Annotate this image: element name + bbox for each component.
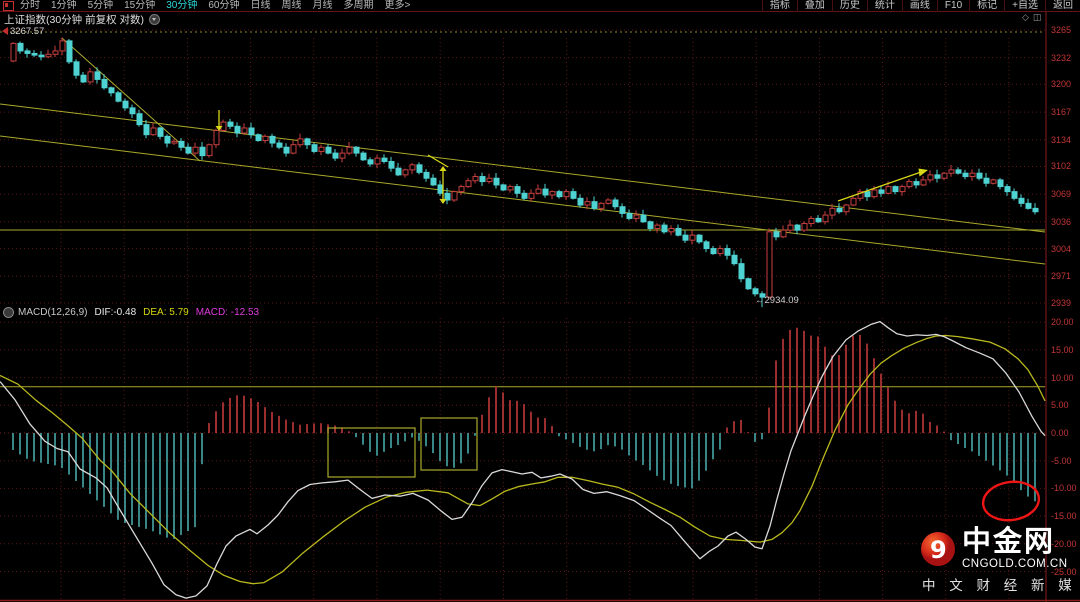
price-axis-label: 3069 <box>1051 190 1080 199</box>
macd-indicator-label: MACD(12,26,9) <box>18 307 87 318</box>
price-marker-row: 3267.57 <box>2 26 44 36</box>
diamond-icon[interactable]: ◇ <box>1022 12 1033 22</box>
period-tab-15分钟[interactable]: 15分钟 <box>124 0 155 12</box>
macd-axis-label: 20.00 <box>1051 318 1080 327</box>
chart-title: 上证指数(30分钟 前复权 对数) <box>4 12 144 27</box>
macd-axis-label: 10.00 <box>1051 374 1080 383</box>
chart-window-controls: ◇◫ <box>1022 12 1045 23</box>
macd-axis-label: 0.00 <box>1051 429 1080 438</box>
dea-value: DEA: 5.79 <box>143 307 189 318</box>
indicator-settings-icon[interactable] <box>3 307 14 318</box>
watermark-domain: CNGOLD.COM.CN <box>962 558 1068 570</box>
toolbar-action-指标[interactable]: 指标 <box>762 0 797 12</box>
grid-layout-icon[interactable] <box>3 1 14 11</box>
svg-text:9: 9 <box>930 536 947 564</box>
toolbar-action-标记[interactable]: 标记 <box>969 0 1004 12</box>
watermark: 9 中金网 CNGOLD.COM.CN 中 文 财 经 新 媒 体 <box>920 528 1070 594</box>
toolbar-action-叠加[interactable]: 叠加 <box>797 0 832 12</box>
period-tabs: 分时 1分钟 5分钟 15分钟 30分钟 60分钟日线周线月线多周期更多> <box>20 0 421 12</box>
chart-title-row: 上证指数(30分钟 前复权 对数) <box>4 13 160 25</box>
toolbar-action-画线[interactable]: 画线 <box>902 0 937 12</box>
toolbar-action-+自选[interactable]: +自选 <box>1004 0 1045 12</box>
toolbar-action-历史[interactable]: 历史 <box>832 0 867 12</box>
price-axis-label: 3102 <box>1051 162 1080 171</box>
period-tab-更多>[interactable]: 更多> <box>385 0 411 12</box>
price-axis-label: 3036 <box>1051 218 1080 227</box>
period-tab-多周期[interactable]: 多周期 <box>344 0 374 12</box>
macd-value: MACD: -12.53 <box>196 307 259 318</box>
watermark-brand: 中金网 <box>962 528 1068 557</box>
price-axis-label: 3232 <box>1051 54 1080 63</box>
period-tab-月线[interactable]: 月线 <box>313 0 333 12</box>
macd-axis-label: -15.00 <box>1051 512 1080 521</box>
price-axis-label: 3134 <box>1051 136 1080 145</box>
period-tab-5分钟[interactable]: 5分钟 <box>88 0 114 12</box>
price-axis-label: 3167 <box>1051 108 1080 117</box>
period-tab-分时[interactable]: 分时 <box>20 0 40 12</box>
price-axis-label: 3265 <box>1051 26 1080 35</box>
period-tab-日线[interactable]: 日线 <box>251 0 271 12</box>
macd-axis-label: -10.00 <box>1051 484 1080 493</box>
macd-axis-label: -5.00 <box>1051 457 1080 466</box>
period-tab-周线[interactable]: 周线 <box>282 0 302 12</box>
price-marker-value: 3267.57 <box>10 26 44 37</box>
toolbar-action-统计[interactable]: 统计 <box>867 0 902 12</box>
watermark-tagline: 中 文 财 经 新 媒 体 <box>922 574 1070 594</box>
low-price-label: ←2934.09 <box>755 295 799 306</box>
toolbar-action-F10[interactable]: F10 <box>937 0 969 12</box>
macd-axis-label: 15.00 <box>1051 346 1080 355</box>
period-toolbar: 分时 1分钟 5分钟 15分钟 30分钟 60分钟日线周线月线多周期更多> 指标叠加历史统… <box>0 0 1080 12</box>
price-axis-label: 2939 <box>1051 299 1080 308</box>
macd-axis-label: 5.00 <box>1051 401 1080 410</box>
price-marker-icon <box>2 27 8 35</box>
toolbar-actions: 指标叠加历史统计画线F10标记+自选返回 <box>762 0 1080 12</box>
chart-canvas[interactable] <box>0 0 1080 602</box>
period-tab-30分钟[interactable]: 30分钟 <box>166 0 197 12</box>
price-axis-label: 2971 <box>1051 272 1080 281</box>
trading-app-window: 分时 1分钟 5分钟 15分钟 30分钟 60分钟日线周线月线多周期更多> 指标叠加历史统… <box>0 0 1080 602</box>
period-tab-60分钟[interactable]: 60分钟 <box>208 0 239 12</box>
chevron-down-icon[interactable] <box>149 14 160 25</box>
price-axis-label: 3004 <box>1051 245 1080 254</box>
macd-label-row: MACD(12,26,9) DIF:-0.48 DEA: 5.79 MACD: … <box>3 306 259 318</box>
price-axis-label: 3200 <box>1051 80 1080 89</box>
cngold-logo-icon: 9 <box>920 531 956 567</box>
toolbar-action-返回[interactable]: 返回 <box>1045 0 1080 12</box>
period-tab-1分钟[interactable]: 1分钟 <box>51 0 77 12</box>
dif-value: DIF:-0.48 <box>94 307 136 318</box>
split-pane-icon[interactable]: ◫ <box>1033 12 1046 22</box>
